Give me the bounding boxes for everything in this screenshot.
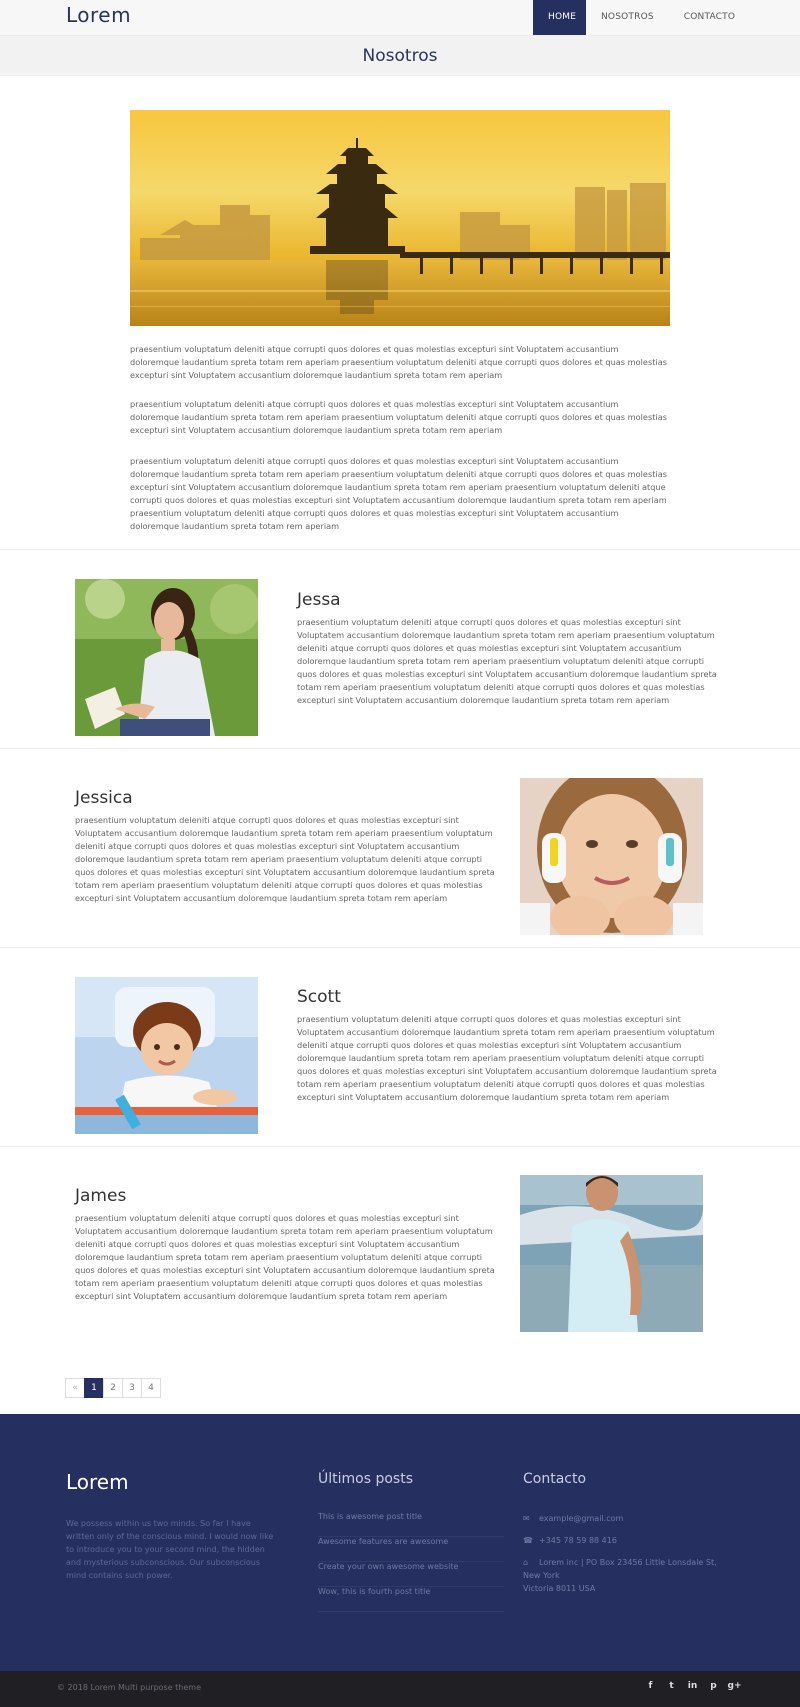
- linkedin-icon[interactable]: in: [682, 1681, 703, 1691]
- home-icon: ⌂: [523, 1558, 529, 1567]
- social-links: f t in p g+: [640, 1681, 745, 1691]
- phone-icon: ☎: [523, 1536, 533, 1545]
- member-name-james: James: [75, 1186, 127, 1206]
- footer-about-text: We possess within us two minds. So far I…: [66, 1519, 274, 1580]
- copyright-text: © 2018 Lorem Multi purpose theme: [57, 1683, 202, 1692]
- contact-email[interactable]: example@gmail.com: [539, 1514, 623, 1523]
- footer-contact-phone: ☎ +345 78 59 88 416: [523, 1534, 617, 1547]
- hero-image: [130, 110, 670, 326]
- pagination-prev[interactable]: «: [65, 1378, 85, 1398]
- facebook-icon[interactable]: f: [640, 1681, 661, 1691]
- member-photo-jessica: [520, 778, 703, 935]
- member-bio-james: praesentium voluptatum deleniti atque co…: [75, 1213, 495, 1301]
- pagination-page-1[interactable]: 1: [84, 1378, 104, 1398]
- pagination-page-3[interactable]: 3: [122, 1378, 142, 1398]
- member-bio-scott: praesentium voluptatum deleniti atque co…: [297, 1014, 717, 1102]
- section-divider: [0, 947, 800, 948]
- member-name-scott: Scott: [297, 987, 341, 1007]
- section-divider: [0, 748, 800, 749]
- contact-address-line2: Victoria 8011 USA: [523, 1584, 596, 1593]
- contact-phone: +345 78 59 88 416: [539, 1536, 617, 1545]
- site-footer: Lorem We possess within us two minds. So…: [0, 1414, 800, 1671]
- intro-paragraph-2: praesentium voluptatum deleniti atque co…: [130, 399, 667, 435]
- member-photo-james: [520, 1175, 703, 1332]
- footer-bottom-bar: © 2018 Lorem Multi purpose theme f t in …: [0, 1671, 800, 1707]
- footer-post-link[interactable]: Wow, this is fourth post title: [318, 1587, 504, 1612]
- section-divider: [0, 1146, 800, 1147]
- pagination-page-4[interactable]: 4: [141, 1378, 161, 1398]
- member-name-jessica: Jessica: [75, 788, 133, 808]
- member-name-jessa: Jessa: [297, 590, 341, 610]
- pinterest-icon[interactable]: p: [703, 1681, 724, 1691]
- member-bio-jessica: praesentium voluptatum deleniti atque co…: [75, 815, 495, 903]
- top-navbar: Lorem HOME NOSOTROS CONTACTO: [0, 0, 800, 35]
- site-logo[interactable]: Lorem: [66, 3, 131, 27]
- footer-contact-email[interactable]: ✉ example@gmail.com: [523, 1512, 623, 1525]
- section-divider: [0, 549, 800, 550]
- footer-contact-heading: Contacto: [523, 1471, 587, 1487]
- footer-post-link[interactable]: Awesome features are awesome: [318, 1537, 504, 1562]
- intro-paragraph-1: praesentium voluptatum deleniti atque co…: [130, 344, 667, 380]
- footer-contact-address: ⌂ Lorem inc | PO Box 23456 Little Lonsdal…: [523, 1556, 728, 1595]
- main-nav: HOME NOSOTROS CONTACTO: [533, 0, 750, 35]
- footer-post-link[interactable]: This is awesome post title: [318, 1512, 504, 1537]
- intro-paragraph-3: praesentium voluptatum deleniti atque co…: [130, 456, 667, 531]
- member-bio-jessa: praesentium voluptatum deleniti atque co…: [297, 617, 717, 705]
- page-title: Nosotros: [362, 46, 438, 66]
- footer-post-link[interactable]: Create your own awesome website: [318, 1562, 504, 1587]
- twitter-icon[interactable]: t: [661, 1681, 682, 1691]
- pagination-page-2[interactable]: 2: [103, 1378, 123, 1398]
- member-photo-scott: [75, 977, 258, 1134]
- footer-logo[interactable]: Lorem: [66, 1470, 129, 1494]
- envelope-icon: ✉: [523, 1514, 530, 1523]
- page-title-bar: Nosotros: [0, 35, 800, 76]
- contact-address-line1: Lorem inc | PO Box 23456 Little Lonsdale…: [523, 1558, 717, 1580]
- nav-home[interactable]: HOME: [533, 0, 586, 35]
- pagination: « 1 2 3 4: [65, 1378, 161, 1398]
- member-photo-jessa: [75, 579, 258, 736]
- nav-contacto[interactable]: CONTACTO: [669, 0, 750, 35]
- footer-posts-heading: Últimos posts: [318, 1471, 413, 1487]
- google-plus-icon[interactable]: g+: [724, 1681, 745, 1691]
- nav-nosotros[interactable]: NOSOTROS: [586, 0, 669, 35]
